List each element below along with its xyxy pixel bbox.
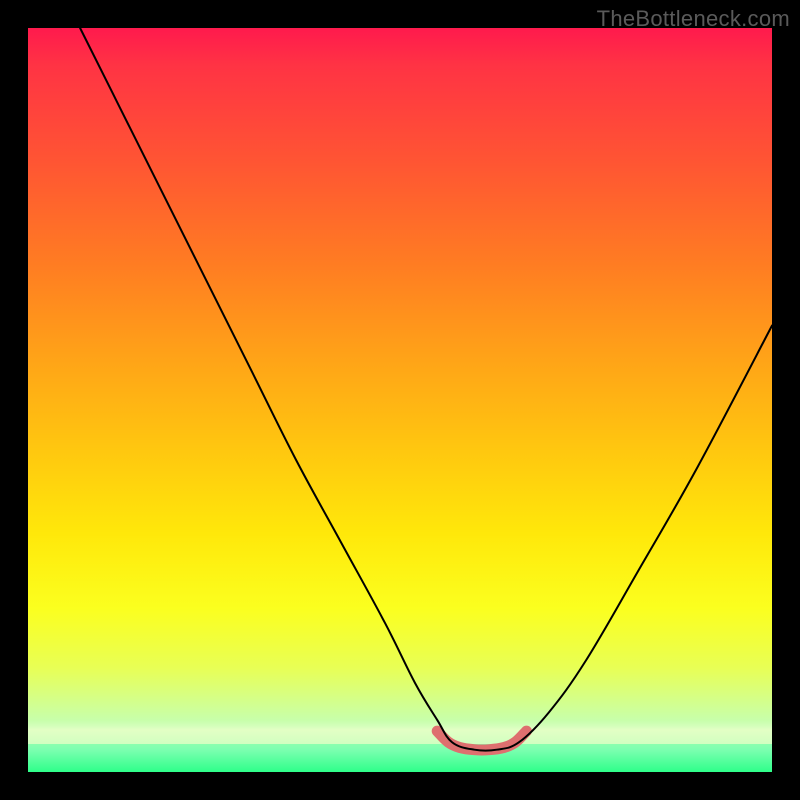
chart-svg — [28, 28, 772, 772]
watermark-text: TheBottleneck.com — [597, 6, 790, 32]
chart-plot-area — [28, 28, 772, 772]
bottleneck-curve-path — [80, 28, 772, 751]
